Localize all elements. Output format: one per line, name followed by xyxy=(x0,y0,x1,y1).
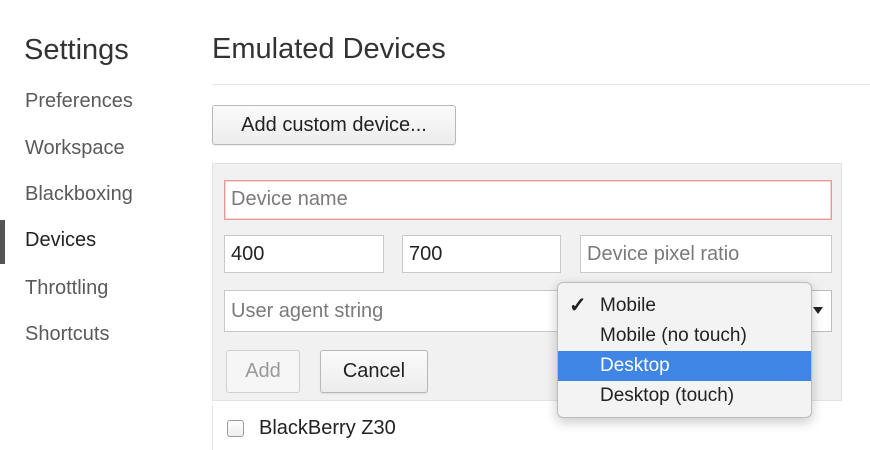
dropdown-option-mobile[interactable]: ✓ Mobile xyxy=(558,291,811,321)
checkmark-icon: ✓ xyxy=(569,294,587,317)
page-title: Emulated Devices xyxy=(212,33,446,65)
dropdown-option-label: Mobile xyxy=(600,295,656,316)
sidebar-item-workspace[interactable]: Workspace xyxy=(0,128,190,168)
add-custom-device-button[interactable]: Add custom device... xyxy=(212,105,456,145)
settings-sidebar: Settings Preferences Workspace Blackboxi… xyxy=(0,0,190,450)
sidebar-item-throttling[interactable]: Throttling xyxy=(0,268,190,308)
dropdown-option-label: Mobile (no touch) xyxy=(600,325,747,346)
dropdown-option-desktop-touch[interactable]: Desktop (touch) xyxy=(558,381,811,411)
cancel-button[interactable]: Cancel xyxy=(320,350,428,393)
title-divider xyxy=(212,84,870,85)
add-button[interactable]: Add xyxy=(226,350,300,393)
dropdown-option-label: Desktop (touch) xyxy=(600,385,735,406)
sidebar-item-shortcuts[interactable]: Shortcuts xyxy=(0,314,190,354)
device-name-input[interactable]: Device name xyxy=(224,180,832,220)
sidebar-item-blackboxing[interactable]: Blackboxing xyxy=(0,174,190,214)
device-pixel-ratio-input[interactable]: Device pixel ratio xyxy=(580,235,832,273)
device-checkbox[interactable] xyxy=(227,420,244,437)
sidebar-item-preferences[interactable]: Preferences xyxy=(0,81,190,121)
sidebar-item-devices[interactable]: Devices xyxy=(0,220,190,264)
dropdown-option-desktop[interactable]: Desktop xyxy=(558,351,811,381)
sidebar-title: Settings xyxy=(24,34,129,66)
device-height-input[interactable]: 700 xyxy=(402,235,561,273)
device-width-input[interactable]: 400 xyxy=(224,235,384,273)
user-agent-input[interactable]: User agent string xyxy=(224,290,562,332)
ua-type-dropdown-menu: ✓ Mobile Mobile (no touch) Desktop Deskt… xyxy=(557,282,812,418)
chevron-down-icon xyxy=(813,307,823,314)
dropdown-option-mobile-no-touch[interactable]: Mobile (no touch) xyxy=(558,321,811,351)
device-label: BlackBerry Z30 xyxy=(259,417,396,439)
dropdown-option-label: Desktop xyxy=(600,355,670,376)
